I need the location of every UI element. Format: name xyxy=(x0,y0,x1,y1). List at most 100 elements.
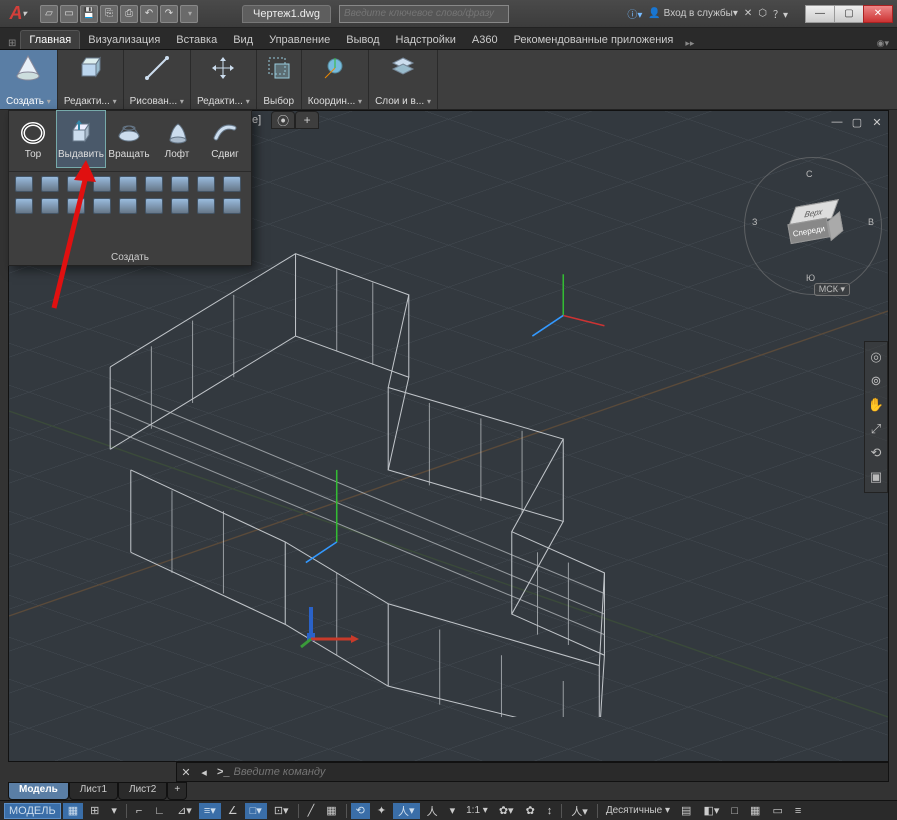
ucs-badge-button[interactable]: МСК ▾ xyxy=(814,283,850,296)
ucs-icon[interactable] xyxy=(299,601,369,651)
document-tab[interactable]: Чертеж1.dwg xyxy=(242,5,331,23)
tool-revmesh-icon[interactable] xyxy=(145,198,163,214)
revolve-button[interactable]: Вращать xyxy=(105,111,153,167)
status-dyn-icon[interactable]: ⌐ xyxy=(131,803,147,819)
status-otrack-icon[interactable]: ⊡▾ xyxy=(269,803,294,819)
panel-select-button[interactable]: Выбор xyxy=(257,50,302,109)
status-cycle-icon[interactable]: ⟲ xyxy=(351,803,370,819)
showmotion-icon[interactable]: ▣ xyxy=(867,468,885,486)
status-snap-icon[interactable]: ⊞ xyxy=(85,803,104,819)
cmdline-input[interactable] xyxy=(234,766,888,778)
tool-edgemesh-icon[interactable] xyxy=(171,198,189,214)
orbit-icon[interactable]: ⟲ xyxy=(867,444,885,462)
qa-save-icon[interactable]: 💾 xyxy=(80,5,98,23)
tool-convert-icon[interactable] xyxy=(93,198,111,214)
viewcube[interactable]: С Ю З В Верх Спереди xyxy=(758,171,868,281)
exchange-icon[interactable]: ✕ xyxy=(744,8,752,19)
status-osnap-icon[interactable]: ∠ xyxy=(223,803,243,819)
status-ducs-icon[interactable]: 人▾ xyxy=(393,803,420,819)
steering-wheel-icon[interactable]: ⊚ xyxy=(867,372,885,390)
qa-more-icon[interactable] xyxy=(180,5,198,23)
add-tab-button[interactable]: + xyxy=(295,111,319,129)
tool-form-icon[interactable] xyxy=(119,176,137,192)
torus-button[interactable]: Тор xyxy=(9,111,57,167)
layout-tab-sheet1[interactable]: Лист1 xyxy=(69,782,118,800)
login-button[interactable]: 👤 Вход в службы▾ xyxy=(648,8,737,19)
tool-mesh-sphere-icon[interactable] xyxy=(41,198,59,214)
sweep-button[interactable]: Сдвиг xyxy=(201,111,249,167)
qa-open-icon[interactable]: ▭ xyxy=(60,5,78,23)
status-clean-icon[interactable]: ▭ xyxy=(767,803,787,819)
ribbon-play-icon[interactable]: ▸▸ xyxy=(681,38,698,49)
tool-3dface-icon[interactable] xyxy=(119,198,137,214)
qa-redo-icon[interactable]: ↷ xyxy=(160,5,178,23)
ribbon-tab-apps[interactable]: Рекомендованные приложения xyxy=(506,31,682,49)
app-menu-button[interactable]: A▾ xyxy=(0,0,36,28)
ribbon-tab-addins[interactable]: Надстройки xyxy=(388,31,464,49)
zoom-extents-icon[interactable]: ⤢ xyxy=(867,420,885,438)
ribbon-tab-home[interactable]: Главная xyxy=(20,30,80,49)
pan-icon[interactable]: ✋ xyxy=(867,396,885,414)
ribbon-tab-a360[interactable]: A360 xyxy=(464,31,506,49)
panel-create-button[interactable]: Создать ▾ xyxy=(0,50,58,109)
extrude-button[interactable]: Выдавить xyxy=(57,111,105,167)
status-3dsnap-icon[interactable]: ✦ xyxy=(372,803,391,819)
infocenter-icon[interactable]: ⓘ▾ xyxy=(627,6,642,21)
status-lockui-icon[interactable]: ◧▾ xyxy=(698,803,724,819)
status-transp-icon[interactable]: ▦ xyxy=(321,803,341,819)
status-units-button[interactable]: Десятичные ▾ xyxy=(602,805,674,816)
status-qp-icon[interactable]: ▤ xyxy=(676,803,696,819)
qa-new-icon[interactable]: ▱ xyxy=(40,5,58,23)
status-model-button[interactable]: МОДЕЛЬ xyxy=(4,803,61,819)
fullnav-icon[interactable]: ◎ xyxy=(867,348,885,366)
ribbon-tab-output[interactable]: Вывод xyxy=(338,31,387,49)
tool-surf3-icon[interactable] xyxy=(223,176,241,192)
status-hw-icon[interactable]: □ xyxy=(726,803,743,819)
status-custom-icon[interactable]: ≡ xyxy=(790,803,806,819)
status-iso2-icon[interactable]: ▦ xyxy=(745,803,765,819)
panel-edit-button[interactable]: Редакти... ▾ xyxy=(58,50,124,109)
status-iso-icon[interactable]: ≡▾ xyxy=(199,803,221,819)
qa-undo-icon[interactable]: ↶ xyxy=(140,5,158,23)
command-line[interactable]: ✕ ◂ >_ xyxy=(176,762,889,782)
status-annoscale-icon[interactable]: ✿▾ xyxy=(494,803,519,819)
viewport-maximize-button[interactable]: ▢ xyxy=(850,115,864,129)
status-3dosnap-icon[interactable]: □▾ xyxy=(245,803,267,819)
status-annomon-icon[interactable]: ↕ xyxy=(542,803,558,819)
status-wcs-icon[interactable]: 人▾ xyxy=(566,803,593,819)
cmdline-recent-button[interactable]: ◂ xyxy=(195,763,213,781)
viewport-minimize-button[interactable]: — xyxy=(830,115,844,129)
panel-draw-button[interactable]: Рисован... ▾ xyxy=(124,50,191,109)
status-gizmo-icon[interactable]: 人 xyxy=(422,803,443,819)
ribbon-expand-icon[interactable]: ⊞ xyxy=(4,38,20,49)
tool-tabmesh-icon[interactable] xyxy=(197,198,215,214)
status-scale-label[interactable]: 1:1 ▾ xyxy=(462,805,492,816)
panel-coords-button[interactable]: Координ... ▾ xyxy=(302,50,369,109)
loft-button[interactable]: Лофт xyxy=(153,111,201,167)
start-tab-icon[interactable]: ⦿ xyxy=(271,111,295,129)
status-infer-icon[interactable]: ▾ xyxy=(106,803,122,819)
ribbon-tab-insert[interactable]: Вставка xyxy=(168,31,225,49)
maximize-button[interactable]: ▢ xyxy=(834,5,864,23)
status-ws-icon[interactable]: ✿ xyxy=(521,803,540,819)
tool-surf2-icon[interactable] xyxy=(197,176,215,192)
panel-modify-button[interactable]: Редакти... ▾ xyxy=(191,50,257,109)
layout-add-button[interactable]: + xyxy=(167,782,187,800)
tool-mesh-box-icon[interactable] xyxy=(15,198,33,214)
qa-saveas-icon[interactable]: ⎘ xyxy=(100,5,118,23)
status-polar-icon[interactable]: ⊿▾ xyxy=(172,803,197,819)
tool-surf1-icon[interactable] xyxy=(171,176,189,192)
ribbon-focus-icon[interactable]: ◉▾ xyxy=(873,38,893,49)
qa-plot-icon[interactable]: ⎙ xyxy=(120,5,138,23)
tool-mesh-cyl-icon[interactable] xyxy=(67,198,85,214)
status-ortho-icon[interactable]: ∟ xyxy=(149,803,170,819)
tool-rulemesh-icon[interactable] xyxy=(223,198,241,214)
minimize-button[interactable]: — xyxy=(805,5,835,23)
ribbon-tab-view[interactable]: Вид xyxy=(225,31,261,49)
tool-network-icon[interactable] xyxy=(67,176,85,192)
tool-press-icon[interactable] xyxy=(145,176,163,192)
close-button[interactable]: ✕ xyxy=(863,5,893,23)
ribbon-tab-manage[interactable]: Управление xyxy=(261,31,338,49)
help-icon[interactable]: ？▾ xyxy=(773,6,788,21)
ribbon-tab-visual[interactable]: Визуализация xyxy=(80,31,168,49)
